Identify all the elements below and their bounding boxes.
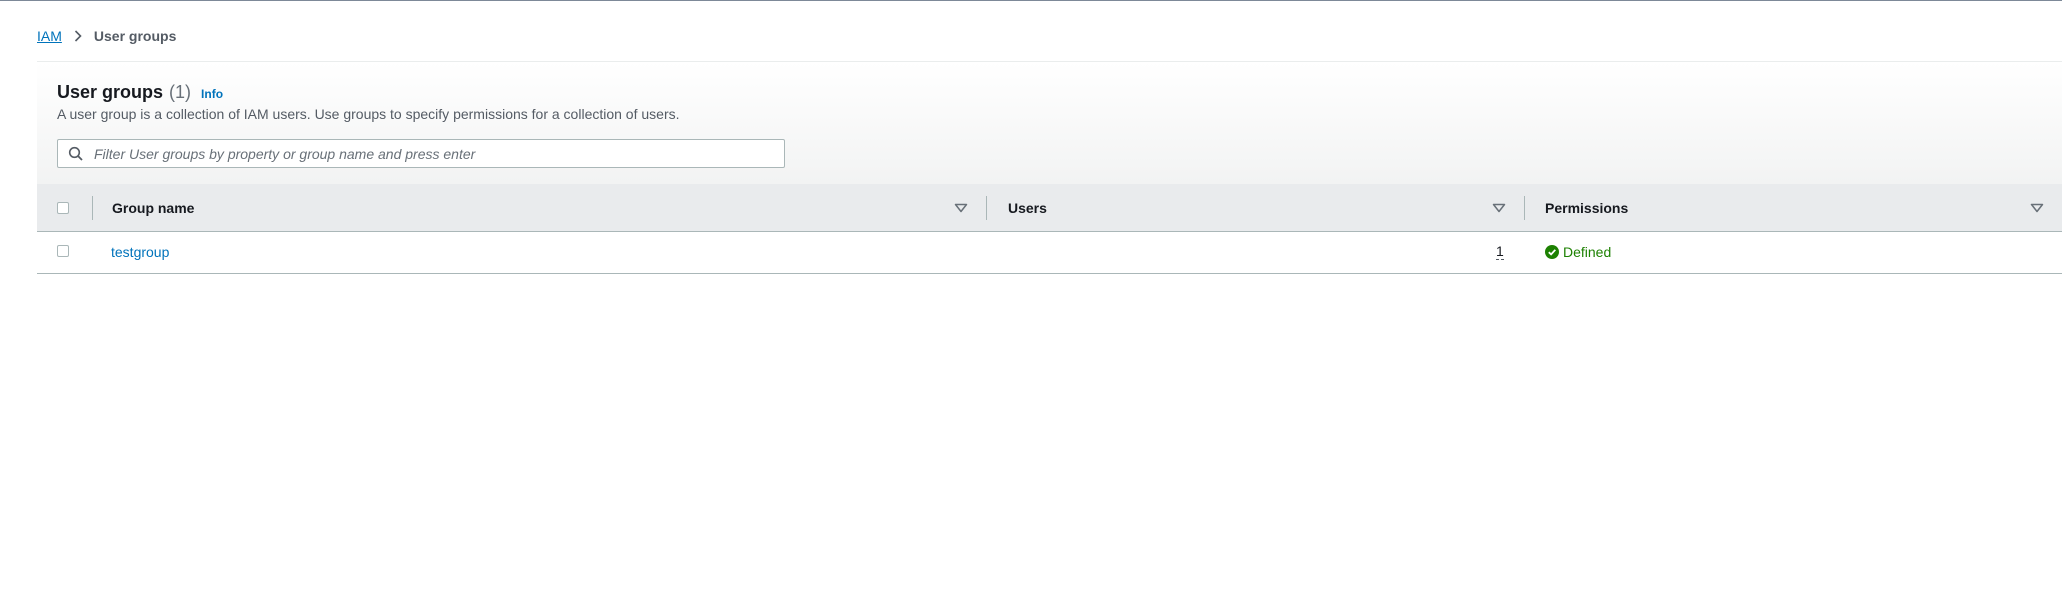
sort-caret-down-icon[interactable] xyxy=(954,201,968,215)
row-checkbox[interactable] xyxy=(57,245,69,257)
column-header-group-name[interactable]: Group name xyxy=(112,184,194,231)
group-name-link[interactable]: testgroup xyxy=(111,244,169,260)
check-circle-icon xyxy=(1545,245,1559,259)
table-row: testgroup 1 Defined xyxy=(37,232,2062,274)
breadcrumb: IAM User groups xyxy=(37,26,176,46)
users-count[interactable]: 1 xyxy=(1496,244,1504,260)
panel-header: User groups (1) Info A user group is a c… xyxy=(37,62,2062,185)
info-link[interactable]: Info xyxy=(201,87,223,101)
page-title: User groups xyxy=(57,82,164,102)
select-all-checkbox[interactable] xyxy=(57,202,69,214)
search-icon xyxy=(68,146,84,162)
column-divider xyxy=(986,196,987,220)
search-input[interactable] xyxy=(92,144,776,163)
top-border xyxy=(0,0,2062,1)
users-cell: 1 xyxy=(1496,232,1504,272)
permissions-cell: Defined xyxy=(1545,232,1611,272)
group-name-cell: testgroup xyxy=(111,232,169,272)
user-groups-panel: User groups (1) Info A user group is a c… xyxy=(37,61,2062,274)
table-header: Group name Users Permissions xyxy=(37,184,2062,232)
title-row: User groups (1) Info xyxy=(57,82,223,103)
sort-caret-down-icon[interactable] xyxy=(2030,201,2044,215)
breadcrumb-current: User groups xyxy=(93,28,177,44)
sort-caret-down-icon[interactable] xyxy=(1492,201,1506,215)
status-badge: Defined xyxy=(1545,244,1611,260)
status-label: Defined xyxy=(1563,244,1612,260)
column-divider xyxy=(92,196,93,220)
breadcrumb-iam-link[interactable]: IAM xyxy=(37,28,62,44)
column-header-users[interactable]: Users xyxy=(1008,184,1047,231)
group-count: (1) xyxy=(169,82,192,102)
search-box[interactable] xyxy=(57,139,785,168)
column-header-permissions[interactable]: Permissions xyxy=(1545,184,1628,231)
chevron-right-icon xyxy=(71,29,85,43)
panel-description: A user group is a collection of IAM user… xyxy=(57,106,680,122)
column-divider xyxy=(1524,196,1525,220)
